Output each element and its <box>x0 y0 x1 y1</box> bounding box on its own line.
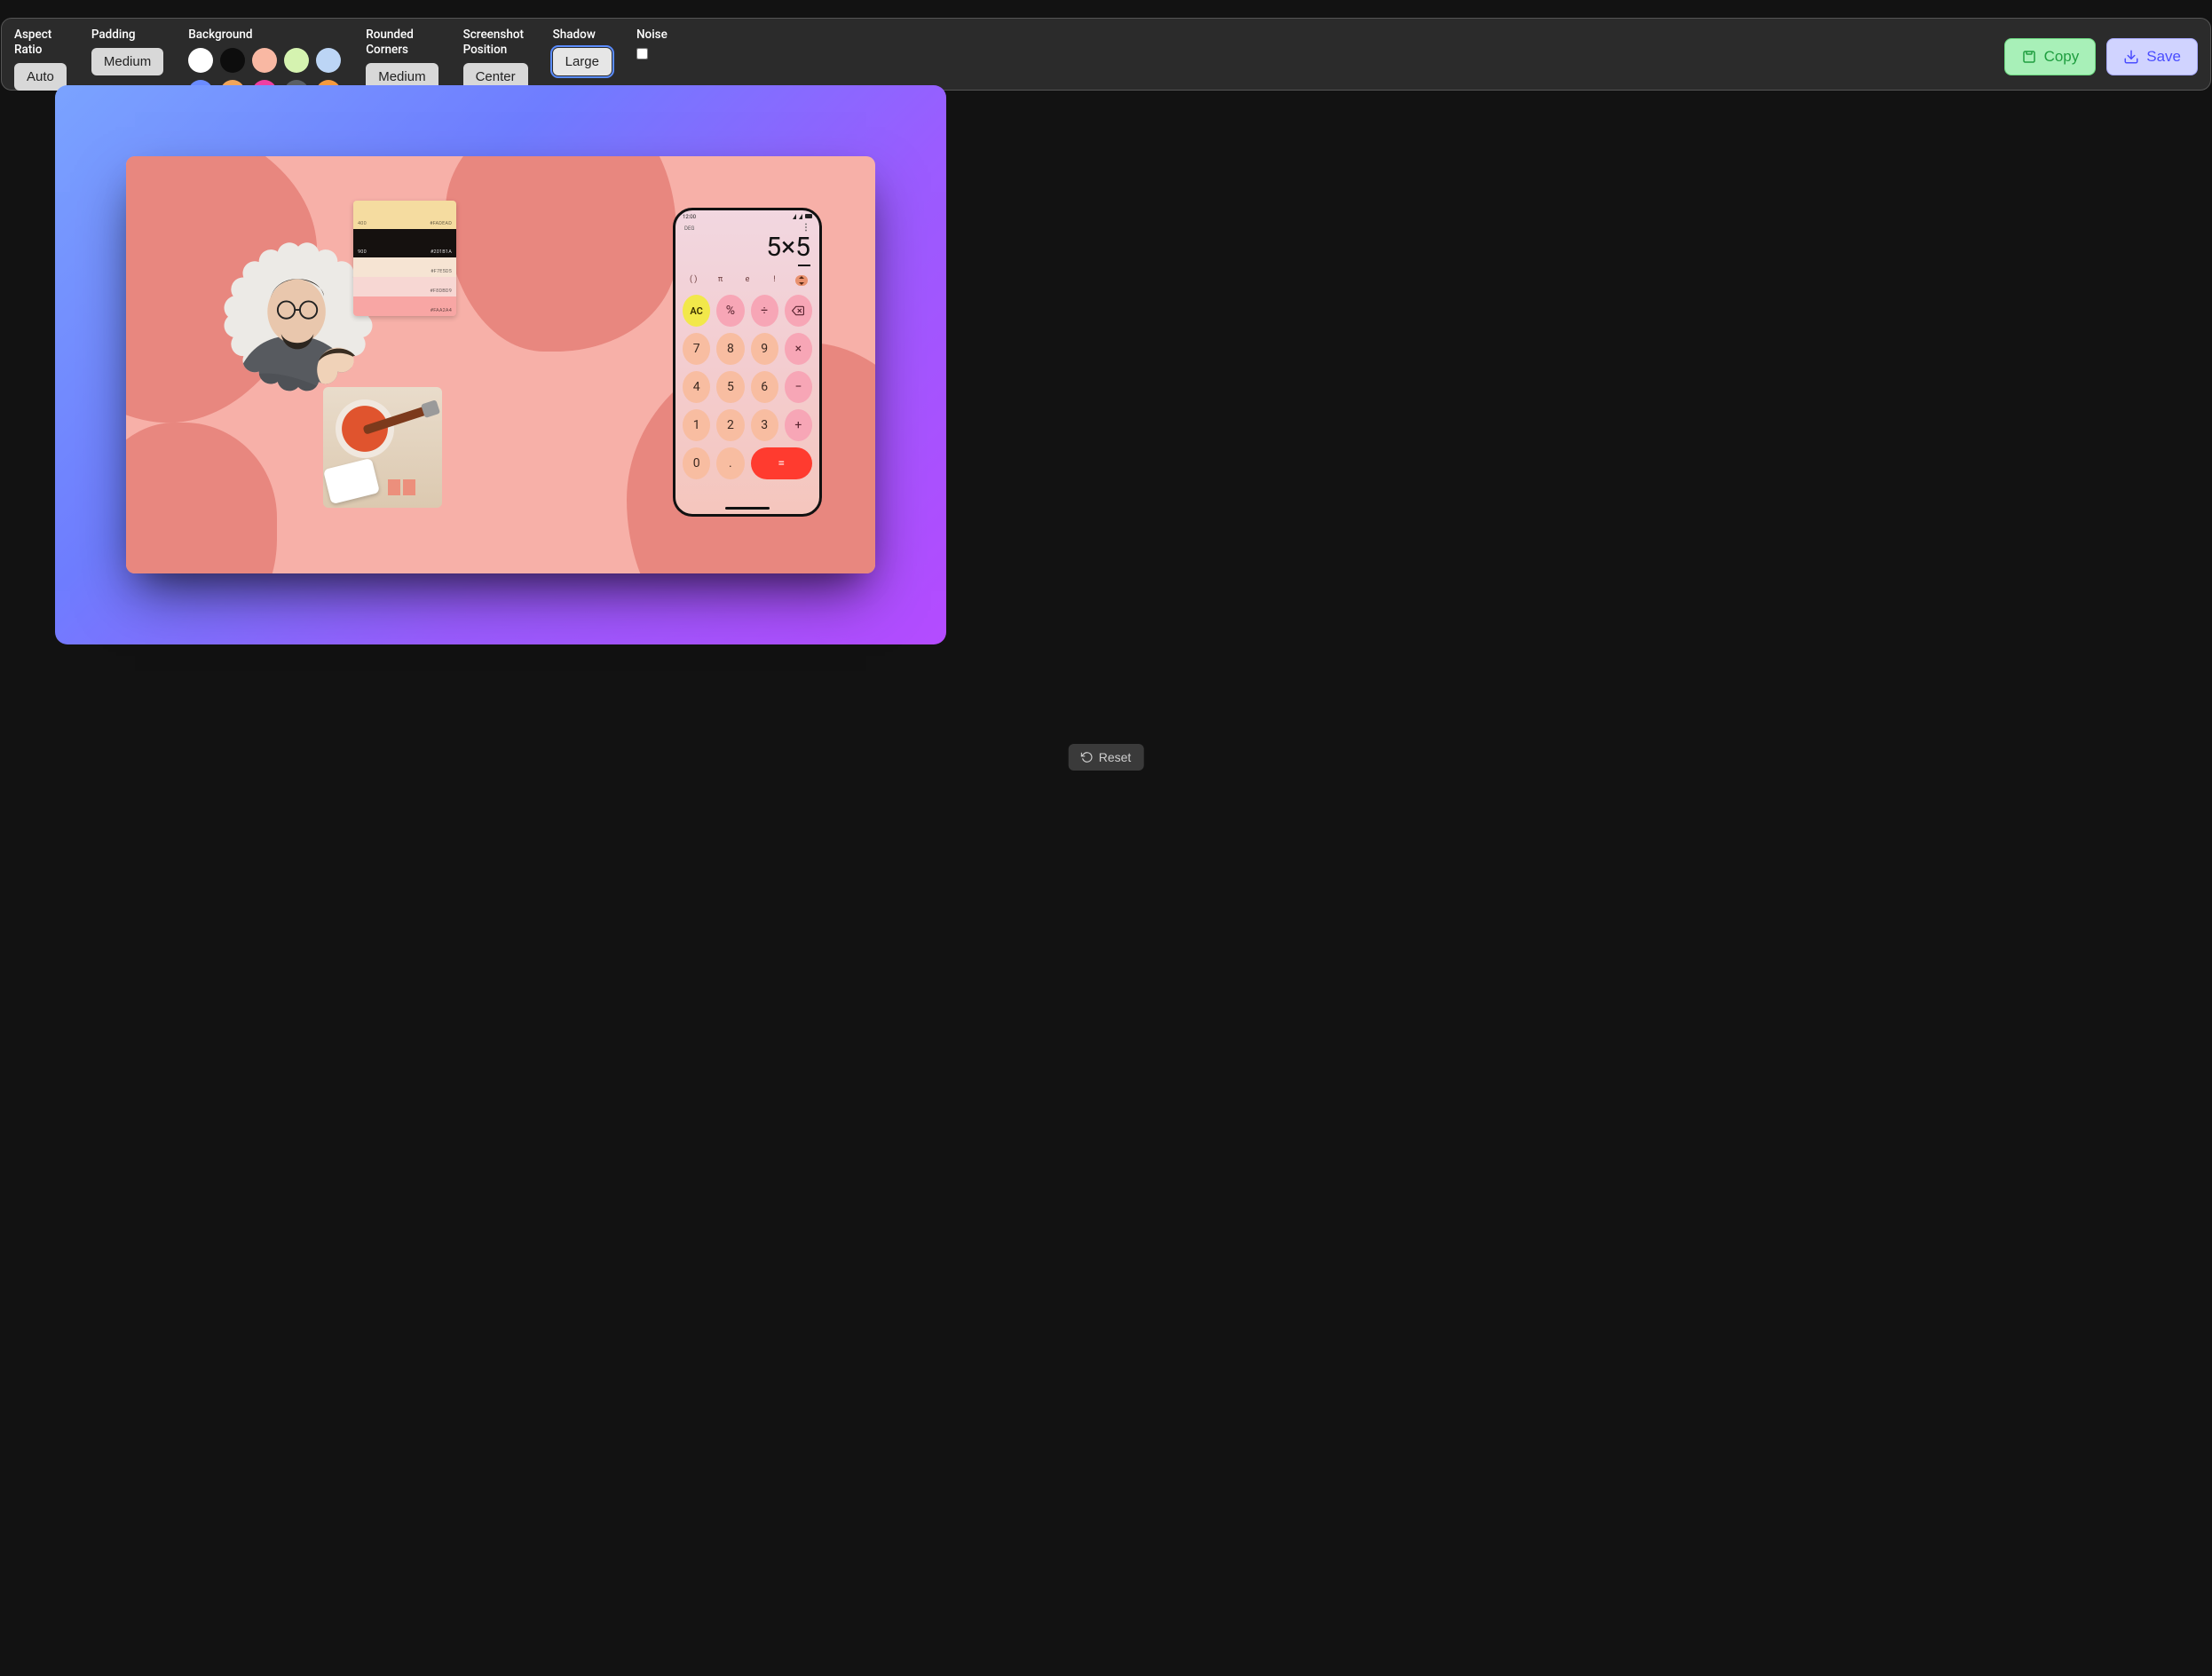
position-label: Screenshot Position <box>463 28 528 58</box>
calc-func-key[interactable]: e <box>737 275 758 286</box>
calc-key-operator[interactable]: − <box>785 371 812 403</box>
background-swatch[interactable] <box>220 48 245 73</box>
calc-expression: 5×5 <box>766 232 810 263</box>
calc-key-digit[interactable]: 9 <box>751 333 778 365</box>
phone-statusbar: 12:00 <box>675 210 819 220</box>
rounded-corners-control: Rounded Corners Medium <box>366 28 438 91</box>
save-button[interactable]: Save <box>2106 38 2198 75</box>
aspect-ratio-selector[interactable]: Auto <box>14 63 67 91</box>
background-swatch[interactable] <box>316 48 341 73</box>
status-icons <box>793 214 812 220</box>
padding-label: Padding <box>91 28 163 43</box>
color-palette-card: 400 #FADEAD 900 #201B1A #F7E5D5 #F8DBD9 #FAA2A… <box>353 201 456 316</box>
calc-mode: DEG <box>684 225 694 232</box>
background-swatch[interactable] <box>188 48 213 73</box>
calc-func-key[interactable]: ( ) <box>683 275 704 286</box>
calc-key-digit[interactable]: 6 <box>751 371 778 403</box>
battery-icon <box>805 214 812 218</box>
palette-shade: 900 <box>358 249 367 255</box>
palette-row: #F8DBD9 <box>353 277 456 296</box>
calc-key-operator[interactable]: % <box>716 295 744 327</box>
palette-hex: #FADEAD <box>430 221 452 226</box>
download-icon <box>2123 49 2139 65</box>
calc-key-digit[interactable]: 1 <box>683 409 710 441</box>
desk-photo <box>323 387 442 508</box>
more-icon: ⋮ <box>802 225 810 232</box>
calc-func-row: ( ) πe! <box>675 272 819 289</box>
calc-key-digit[interactable]: 0 <box>683 447 710 479</box>
palette-shade: 400 <box>358 221 367 226</box>
calc-keypad: AC%÷ 789× 456− 123+0.= <box>675 289 819 488</box>
copy-button[interactable]: Copy <box>2004 38 2097 75</box>
background-swatch[interactable] <box>252 48 277 73</box>
calc-key-digit[interactable]: 3 <box>751 409 778 441</box>
palette-hex: #F8DBD9 <box>430 289 452 294</box>
bg-blob <box>446 156 676 352</box>
palette-hex: #F7E5D5 <box>431 269 452 274</box>
calc-func-key[interactable]: π <box>709 275 731 286</box>
padding-control: Padding Medium <box>91 28 163 75</box>
wifi-icon <box>793 214 796 219</box>
reset-button-label: Reset <box>1099 750 1132 764</box>
aspect-ratio-control: Aspect Ratio Auto <box>14 28 67 91</box>
noise-control: Noise <box>636 28 668 59</box>
padding-selector[interactable]: Medium <box>91 48 163 75</box>
backspace-icon <box>792 304 804 317</box>
preview-canvas: 400 #FADEAD 900 #201B1A #F7E5D5 #F8DBD9 #FAA2A… <box>55 85 946 644</box>
rounded-corners-label: Rounded Corners <box>366 28 438 58</box>
action-buttons: Copy Save <box>2004 38 2198 75</box>
calc-key-equals[interactable]: = <box>751 447 813 479</box>
palette-row: 900 #201B1A <box>353 229 456 257</box>
clipboard-icon <box>2021 49 2037 65</box>
toolbar: Aspect Ratio Auto Padding Medium Backgro… <box>1 18 2211 91</box>
save-button-label: Save <box>2146 48 2181 66</box>
phone-time: 12:00 <box>683 214 696 220</box>
calc-key-delete[interactable] <box>785 295 812 327</box>
calc-key-digit[interactable]: . <box>716 447 744 479</box>
calc-key-operator[interactable]: ÷ <box>751 295 778 327</box>
calc-key-digit[interactable]: 5 <box>716 371 744 403</box>
calc-key-clear[interactable]: AC <box>683 295 710 327</box>
background-swatch[interactable] <box>284 48 309 73</box>
palette-row: #FAA2A4 <box>353 296 456 316</box>
calc-key-digit[interactable]: 8 <box>716 333 744 365</box>
shadow-label: Shadow <box>553 28 612 43</box>
aspect-ratio-label: Aspect Ratio <box>14 28 67 58</box>
signal-icon <box>799 214 802 219</box>
reset-button[interactable]: Reset <box>1069 744 1144 771</box>
calc-key-digit[interactable]: 7 <box>683 333 710 365</box>
calc-key-operator[interactable]: × <box>785 333 812 365</box>
position-control: Screenshot Position Center <box>463 28 528 91</box>
calc-func-key[interactable]: ! <box>763 275 785 286</box>
shadow-selector[interactable]: Large <box>553 48 612 75</box>
background-label: Background <box>188 28 341 43</box>
noise-checkbox[interactable] <box>636 48 648 59</box>
reset-icon <box>1081 751 1094 763</box>
home-indicator <box>725 507 770 510</box>
bg-blob <box>126 423 277 573</box>
expand-icon[interactable] <box>795 275 808 286</box>
shadow-control: Shadow Large <box>553 28 612 75</box>
calc-key-operator[interactable]: + <box>785 409 812 441</box>
copy-button-label: Copy <box>2044 48 2080 66</box>
screenshot-preview[interactable]: 400 #FADEAD 900 #201B1A #F7E5D5 #F8DBD9 #FAA2A… <box>126 156 875 573</box>
calculator-display: DEG ⋮ 5×5 <box>675 220 819 272</box>
phone-mockup: 12:00 DEG ⋮ 5×5 ( ) πe! AC%÷ 789× 456− 123+ <box>673 208 822 517</box>
noise-label: Noise <box>636 28 668 43</box>
calc-key-digit[interactable]: 4 <box>683 371 710 403</box>
palette-row: 400 #FADEAD <box>353 201 456 229</box>
palette-hex: #201B1A <box>431 249 452 255</box>
palette-row: #F7E5D5 <box>353 257 456 277</box>
calc-key-digit[interactable]: 2 <box>716 409 744 441</box>
palette-hex: #FAA2A4 <box>431 308 452 313</box>
